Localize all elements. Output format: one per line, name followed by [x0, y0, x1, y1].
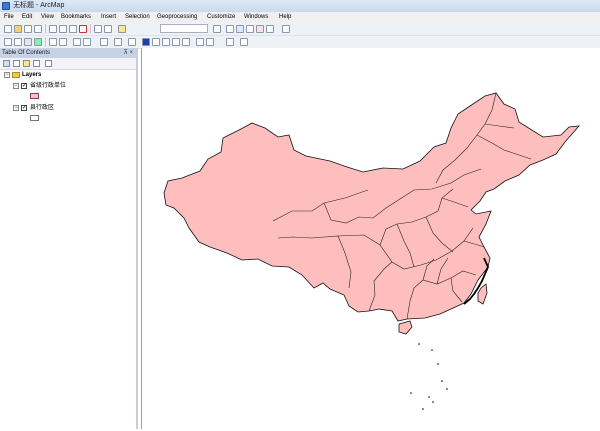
list-by-source-icon[interactable] [13, 60, 20, 67]
toc-options-icon[interactable] [45, 60, 52, 67]
add-data-icon[interactable] [118, 25, 126, 33]
go-to-xy-icon[interactable] [206, 38, 214, 46]
window-title: 无标题 - ArcMap [13, 2, 65, 9]
menu-bookmarks[interactable]: Bookmarks [61, 12, 91, 23]
list-by-drawing-order-icon[interactable] [3, 60, 10, 67]
toc-toolbar [0, 58, 136, 70]
hyperlink-icon[interactable] [152, 38, 160, 46]
list-by-visibility-icon[interactable] [23, 60, 30, 67]
arctoolbox-icon[interactable] [256, 25, 264, 33]
back-arrow-icon[interactable] [73, 38, 81, 46]
table-of-contents-panel: Table Of Contents ⊼ × − Layers − ✓ 省级行政单… [0, 48, 138, 429]
cut-icon[interactable] [49, 25, 57, 33]
list-by-selection-icon[interactable] [33, 60, 40, 67]
layers-label: Layers [22, 72, 42, 78]
menu-insert[interactable]: Insert [101, 12, 116, 23]
open-folder-icon[interactable] [14, 25, 22, 33]
redo-icon[interactable] [104, 25, 112, 33]
menu-edit[interactable]: Edit [22, 12, 32, 23]
search-window-icon[interactable] [246, 25, 254, 33]
select-elements-arrow-icon[interactable] [128, 38, 136, 46]
new-document-icon[interactable] [4, 25, 12, 33]
counties-symbol-swatch[interactable] [30, 115, 39, 121]
menu-bar: File Edit View Bookmarks Insert Selectio… [0, 12, 600, 23]
toc-title: Table Of Contents [2, 50, 51, 56]
layer-visibility-checkbox[interactable]: ✓ [21, 105, 27, 111]
select-features-icon[interactable] [100, 38, 108, 46]
identify-info-icon[interactable] [142, 38, 150, 46]
collapse-icon[interactable]: − [4, 72, 10, 78]
zoom-in-icon[interactable] [4, 38, 12, 46]
toolbar-separator [90, 24, 91, 34]
python-window-icon[interactable] [266, 25, 274, 33]
find-binoculars-icon[interactable] [182, 38, 190, 46]
html-popup-icon[interactable] [162, 38, 170, 46]
delete-icon[interactable] [79, 25, 87, 33]
toolbar-separator [45, 37, 46, 47]
undo-icon[interactable] [94, 25, 102, 33]
fixed-zoom-in-icon[interactable] [49, 38, 57, 46]
map-canvas[interactable] [142, 48, 600, 429]
editor-toolbar-icon[interactable] [213, 25, 221, 33]
copy-icon[interactable] [59, 25, 67, 33]
find-route-icon[interactable] [196, 38, 204, 46]
menu-view[interactable]: View [41, 12, 54, 23]
pan-hand-icon[interactable] [24, 38, 32, 46]
menu-selection[interactable]: Selection [125, 12, 150, 23]
toc-pin-close-icons[interactable]: ⊼ × [123, 48, 133, 58]
menu-help[interactable]: Help [279, 12, 291, 23]
layer-visibility-checkbox[interactable]: ✓ [21, 83, 27, 89]
map-view[interactable] [141, 48, 600, 429]
forward-arrow-icon[interactable] [83, 38, 91, 46]
full-extent-globe-icon[interactable] [34, 38, 42, 46]
fixed-zoom-out-icon[interactable] [59, 38, 67, 46]
toolbar-separator [45, 24, 46, 34]
clear-selection-icon[interactable] [114, 38, 122, 46]
zoom-out-icon[interactable] [14, 38, 22, 46]
standard-toolbar [0, 23, 600, 36]
toc-header: Table Of Contents ⊼ × [0, 48, 136, 58]
layer-name: 县行政区 [30, 105, 55, 111]
catalog-window-icon[interactable] [236, 25, 244, 33]
print-icon[interactable] [34, 25, 42, 33]
create-viewer-window-icon[interactable] [240, 38, 248, 46]
menu-windows[interactable]: Windows [244, 12, 268, 23]
time-slider-icon[interactable] [226, 38, 234, 46]
paste-icon[interactable] [69, 25, 77, 33]
provinces-symbol-swatch[interactable] [30, 93, 39, 99]
menu-geoprocessing[interactable]: Geoprocessing [157, 12, 197, 23]
collapse-icon[interactable]: − [13, 83, 19, 89]
model-builder-icon[interactable] [282, 25, 290, 33]
collapse-icon[interactable]: − [13, 105, 19, 111]
menu-customize[interactable]: Customize [207, 12, 235, 23]
arcmap-app-icon [2, 2, 10, 10]
map-scale-dropdown[interactable] [160, 24, 208, 33]
layers-folder-icon [12, 72, 20, 78]
measure-icon[interactable] [172, 38, 180, 46]
toc-window-icon[interactable] [226, 25, 234, 33]
layer-name: 省级行政单位 [30, 83, 67, 89]
save-icon[interactable] [24, 25, 32, 33]
menu-file[interactable]: File [4, 12, 14, 23]
